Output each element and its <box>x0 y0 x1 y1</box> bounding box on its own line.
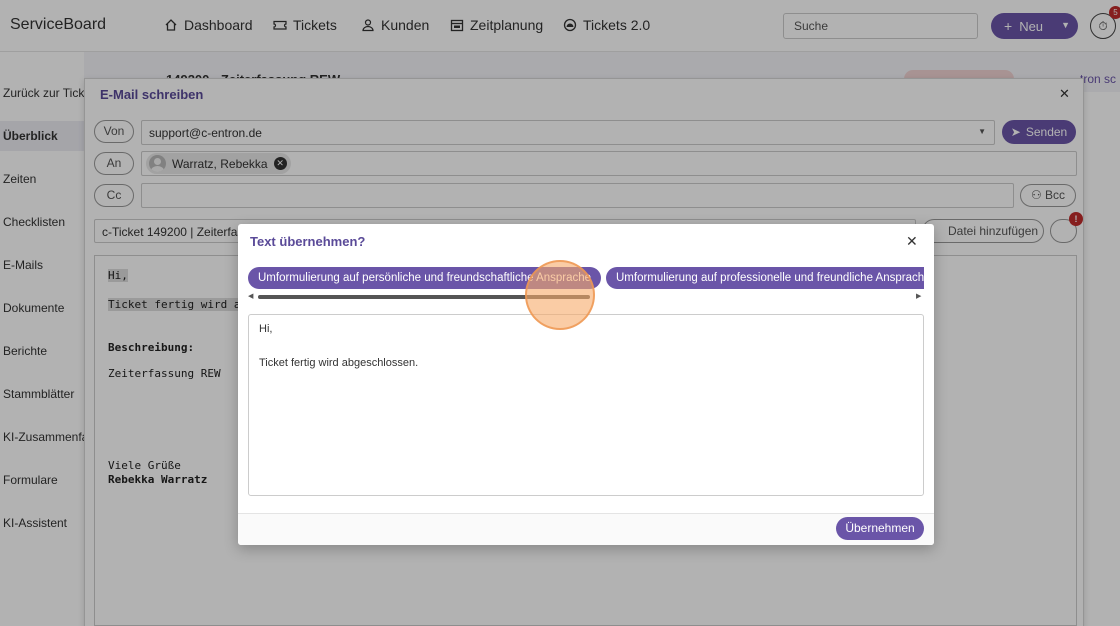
option-professional-chip[interactable]: Umformulierung auf professionelle und fr… <box>606 267 924 289</box>
apply-button[interactable]: Übernehmen <box>836 517 924 540</box>
suggested-greeting: Hi, <box>259 323 273 335</box>
scroll-right-icon[interactable]: ▶ <box>916 292 921 300</box>
suggested-line: Ticket fertig wird abgeschlossen. <box>259 357 419 369</box>
suggested-text-area[interactable]: Hi, Ticket fertig wird abgeschlossen. <box>248 314 924 496</box>
click-indicator <box>525 260 595 330</box>
modal-title: Text übernehmen? <box>250 234 366 249</box>
scroll-left-icon[interactable]: ◀ <box>248 292 253 300</box>
modal-footer <box>238 513 934 545</box>
modal-close-icon[interactable]: ✕ <box>906 233 918 250</box>
